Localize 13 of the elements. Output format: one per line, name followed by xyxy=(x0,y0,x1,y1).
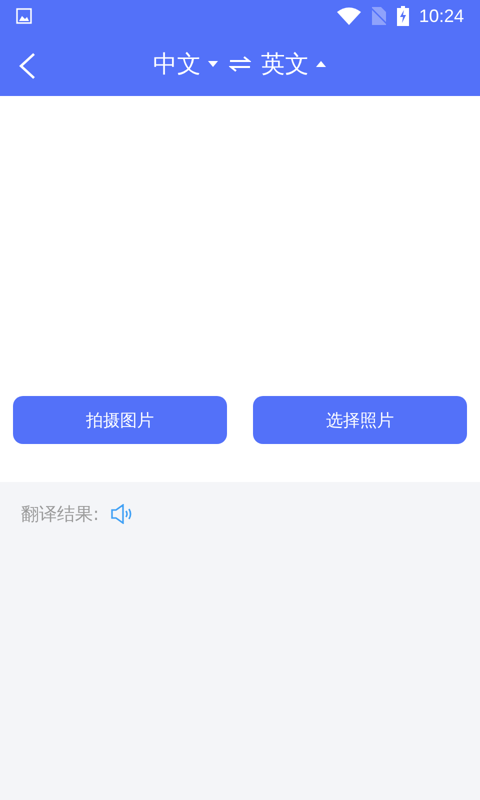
swap-icon[interactable] xyxy=(229,56,251,72)
back-icon xyxy=(18,52,36,80)
source-language-selector[interactable]: 中文 xyxy=(153,48,219,80)
no-sim-icon xyxy=(370,7,387,25)
battery-charging-icon xyxy=(396,6,409,26)
wifi-icon xyxy=(336,7,361,25)
image-icon xyxy=(16,8,32,24)
take-photo-button[interactable]: 拍摄图片 xyxy=(13,396,227,444)
speaker-icon[interactable] xyxy=(111,504,134,524)
target-language-selector[interactable]: 英文 xyxy=(261,48,327,80)
result-label: 翻译结果: xyxy=(21,503,100,526)
status-time: 10:24 xyxy=(418,6,464,26)
choose-photo-button[interactable]: 选择照片 xyxy=(253,396,467,444)
